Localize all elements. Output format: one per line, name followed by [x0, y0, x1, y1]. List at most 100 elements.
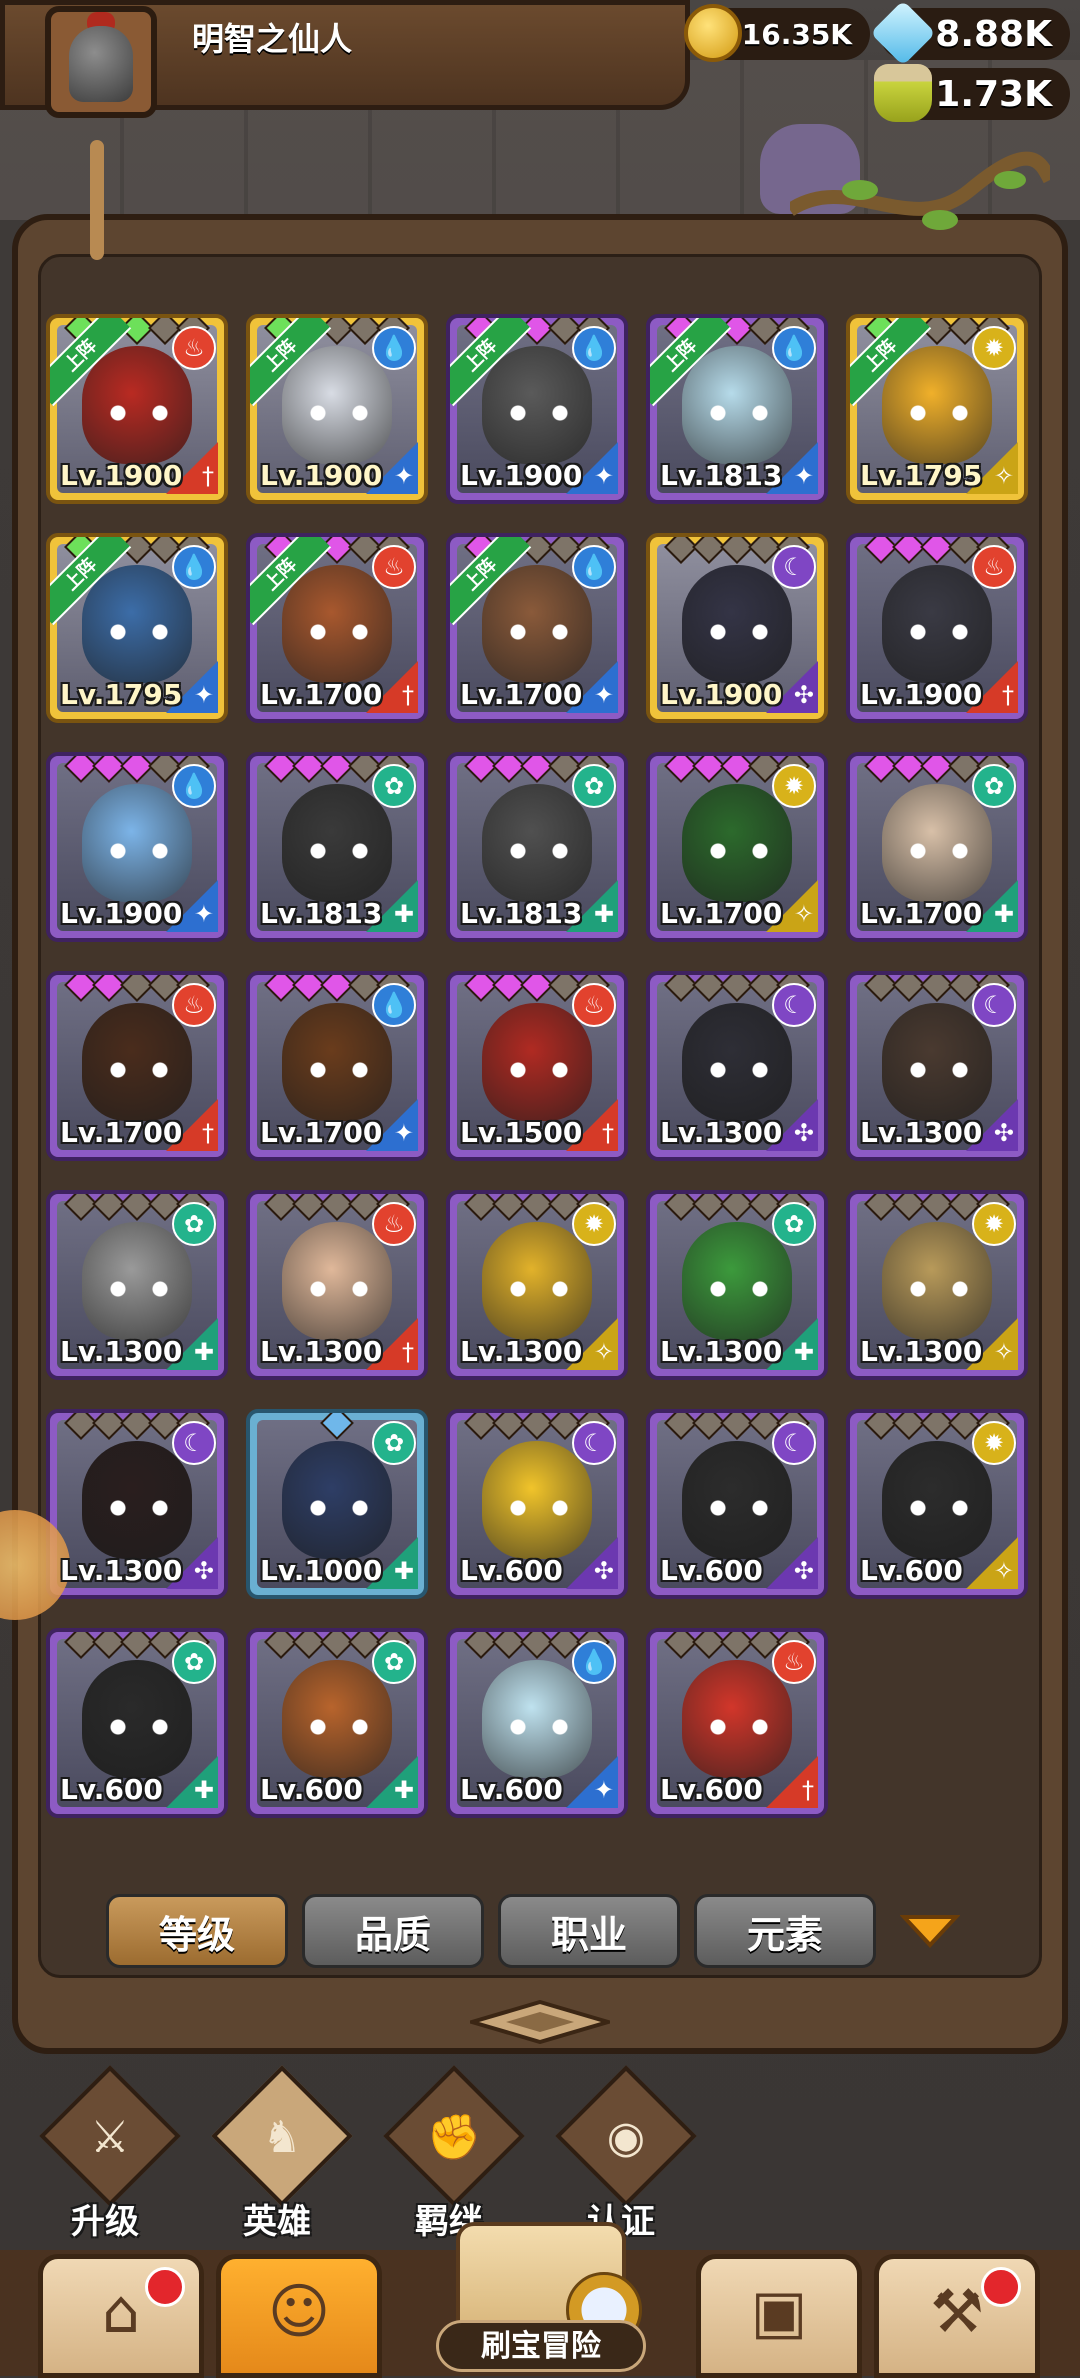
hero-card[interactable]: ☾ ✣ Lv.1300 [646, 971, 828, 1161]
hero-card[interactable]: ✹ ✧ Lv.600 [846, 1409, 1028, 1599]
hero-level: Lv.1300 [460, 1335, 583, 1368]
class-icon: † [602, 1119, 614, 1147]
water-element-icon: 💧 [172, 545, 216, 589]
hero-card[interactable]: ✿ ✚ Lv.1813 [246, 752, 428, 942]
bottom-nav-backpack[interactable]: ▣ [696, 2254, 862, 2378]
water-element-icon: 💧 [572, 545, 616, 589]
hero-eyes [304, 623, 374, 641]
hero-eyes [904, 1061, 974, 1079]
fire-element-icon: ♨ [372, 545, 416, 589]
sort-tab-element[interactable]: 元素 [694, 1894, 876, 1968]
class-icon: ✚ [393, 1776, 414, 1804]
subnav-heroes[interactable]: ♞ 英雄 [202, 2065, 353, 2250]
hero-card[interactable]: ♨ † Lv.1700 上阵 [246, 533, 428, 723]
hero-eyes [504, 404, 574, 422]
hero-card[interactable]: ☾ ✣ Lv.1300 [846, 971, 1028, 1161]
hero-card[interactable]: ✿ ✚ Lv.1300 [646, 1190, 828, 1380]
bottom-nav-forge[interactable]: ⚒ [874, 2254, 1040, 2378]
water-element-icon: 💧 [372, 983, 416, 1027]
hero-card[interactable]: 💧 ✦ Lv.1795 上阵 [46, 533, 228, 723]
hero-card[interactable]: ☾ ✣ Lv.1900 [646, 533, 828, 723]
hero-level: Lv.600 [660, 1554, 763, 1587]
hero-eyes [504, 1499, 574, 1517]
class-icon: ✦ [393, 1119, 414, 1147]
class-icon: ✚ [193, 1338, 214, 1366]
hero-card[interactable]: ✿ ✚ Lv.1300 [46, 1190, 228, 1380]
hero-card[interactable]: ✿ ✚ Lv.600 [46, 1628, 228, 1818]
hero-level: Lv.600 [860, 1554, 963, 1587]
fire-element-icon: ♨ [572, 983, 616, 1027]
hero-card[interactable]: ✿ ✚ Lv.1813 [446, 752, 628, 942]
gold-counter[interactable]: 816.35K [684, 4, 870, 62]
hero-card[interactable]: ✿ ✚ Lv.1000 [246, 1409, 428, 1599]
player-name: 明智之仙人 [192, 20, 353, 58]
class-icon: ✣ [593, 1557, 614, 1585]
diamond-icon [870, 0, 936, 66]
hero-card[interactable]: 💧 ✦ Lv.1900 上阵 [446, 314, 628, 504]
hero-level: Lv.1000 [260, 1554, 383, 1587]
hero-level: Lv.1700 [60, 1116, 183, 1149]
light-element-icon: ✹ [972, 1202, 1016, 1246]
wind-element-icon: ✿ [572, 764, 616, 808]
hero-card[interactable]: ♨ † Lv.1900 [846, 533, 1028, 723]
subnav-label: 英雄 [243, 2202, 311, 2242]
subnav-upgrade[interactable]: ⚔ 升级 [30, 2065, 181, 2250]
wind-element-icon: ✿ [372, 1421, 416, 1465]
gem-amount: 8.88K [935, 13, 1052, 55]
hero-card[interactable]: ☾ ✣ Lv.1300 [46, 1409, 228, 1599]
knight-helmet-icon [69, 26, 133, 102]
hero-card[interactable]: 💧 ✦ Lv.1900 [46, 752, 228, 942]
sort-tab-class[interactable]: 职业 [498, 1894, 680, 1968]
hero-card[interactable]: 💧 ✦ Lv.600 [446, 1628, 628, 1818]
sort-tab-level[interactable]: 等级 [106, 1894, 288, 1968]
sort-tab-quality[interactable]: 品质 [302, 1894, 484, 1968]
potion-counter[interactable]: 1.73K [874, 64, 1070, 122]
hero-card[interactable]: ♨ † Lv.1700 [46, 971, 228, 1161]
hero-level: Lv.1813 [460, 897, 583, 930]
hero-card[interactable]: 💧 ✦ Lv.1700 [246, 971, 428, 1161]
hero-card[interactable]: ☾ ✣ Lv.600 [646, 1409, 828, 1599]
hero-eyes [104, 1718, 174, 1736]
bottom-nav-shop[interactable]: ⌂ [38, 2254, 204, 2378]
hero-card[interactable]: ☾ ✣ Lv.600 [446, 1409, 628, 1599]
hero-card[interactable]: ✿ ✚ Lv.600 [246, 1628, 428, 1818]
hero-level: Lv.1300 [260, 1335, 383, 1368]
hero-card[interactable]: 💧 ✦ Lv.1900 上阵 [246, 314, 428, 504]
class-icon: † [1002, 681, 1014, 709]
light-element-icon: ✹ [572, 1202, 616, 1246]
hero-card[interactable]: ✹ ✧ Lv.1700 [646, 752, 828, 942]
hero-eyes [304, 1718, 374, 1736]
hero-card[interactable]: 💧 ✦ Lv.1813 上阵 [646, 314, 828, 504]
gem-counter[interactable]: 8.88K [870, 0, 1070, 66]
hero-card[interactable]: ✹ ✧ Lv.1300 [846, 1190, 1028, 1380]
hero-level: Lv.600 [260, 1773, 363, 1806]
hero-card[interactable]: ✹ ✧ Lv.1795 上阵 [846, 314, 1028, 504]
hero-card[interactable]: ♨ † Lv.1900 上阵 [46, 314, 228, 504]
water-element-icon: 💧 [572, 1640, 616, 1684]
notification-dot [145, 2267, 185, 2307]
dropdown-arrow-icon[interactable] [900, 1911, 960, 1951]
hero-card[interactable]: ✹ ✧ Lv.1300 [446, 1190, 628, 1380]
dark-element-icon: ☾ [972, 983, 1016, 1027]
hero-level: Lv.1900 [60, 897, 183, 930]
class-icon: ✦ [593, 681, 614, 709]
class-icon: ✚ [393, 900, 414, 928]
hero-eyes [704, 1061, 774, 1079]
hero-level: Lv.1700 [860, 897, 983, 930]
player-avatar[interactable] [45, 6, 157, 118]
hero-eyes [104, 842, 174, 860]
hero-card[interactable]: ♨ † Lv.600 [646, 1628, 828, 1818]
hero-card[interactable]: 💧 ✦ Lv.1700 上阵 [446, 533, 628, 723]
adventure-label: 刷宝冒险 [436, 2320, 646, 2372]
hero-card[interactable]: ♨ † Lv.1500 [446, 971, 628, 1161]
hero-eyes [304, 1061, 374, 1079]
bottom-nav-heroes[interactable]: ☺ [216, 2254, 382, 2378]
hero-level: Lv.1300 [60, 1554, 183, 1587]
hero-level: Lv.1300 [660, 1116, 783, 1149]
hero-level: Lv.1900 [860, 678, 983, 711]
hero-card[interactable]: ✿ ✚ Lv.1700 [846, 752, 1028, 942]
hero-card[interactable]: ♨ † Lv.1300 [246, 1190, 428, 1380]
bottom-nav-adventure[interactable]: 刷宝冒险 [396, 2212, 686, 2376]
light-element-icon: ✹ [772, 764, 816, 808]
wind-element-icon: ✿ [772, 1202, 816, 1246]
